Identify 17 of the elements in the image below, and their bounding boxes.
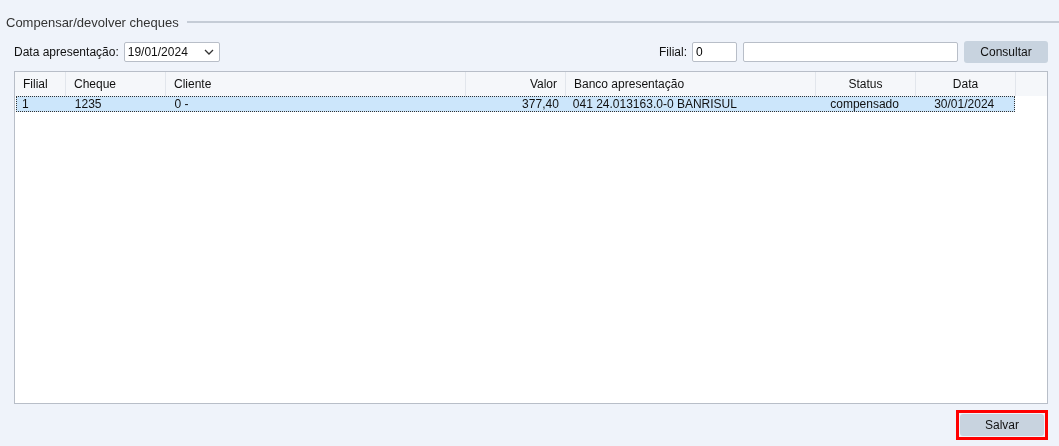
- date-label: Data apresentação:: [14, 45, 119, 59]
- save-button[interactable]: Salvar: [960, 414, 1044, 436]
- table-cell-text: 377,40: [521, 97, 560, 111]
- table-cell-text: 1235: [73, 97, 103, 111]
- table-cell-text: 041 24.013163.0-0 BANRISUL: [571, 97, 738, 111]
- consult-button[interactable]: Consultar: [964, 41, 1048, 63]
- branch-field[interactable]: 0: [692, 42, 737, 62]
- table-cell-text: 1: [21, 97, 30, 111]
- section-title: Compensar/devolver cheques: [6, 14, 179, 30]
- branch-label: Filial:: [659, 45, 687, 59]
- table-cell-text: 0 -: [173, 97, 190, 111]
- table-cell-text: 30/01/2024: [933, 97, 996, 111]
- chevron-down-icon: [203, 49, 214, 55]
- date-dropdown[interactable]: 19/01/2024: [123, 42, 220, 62]
- table-row[interactable]: 1 1235 0 - 377,40 041 24.013163.0-0 BANRISUL compensado 30/01/2024: [16, 96, 1015, 112]
- table-cell-text: compensado: [829, 97, 900, 111]
- branch-name-field[interactable]: [743, 42, 958, 62]
